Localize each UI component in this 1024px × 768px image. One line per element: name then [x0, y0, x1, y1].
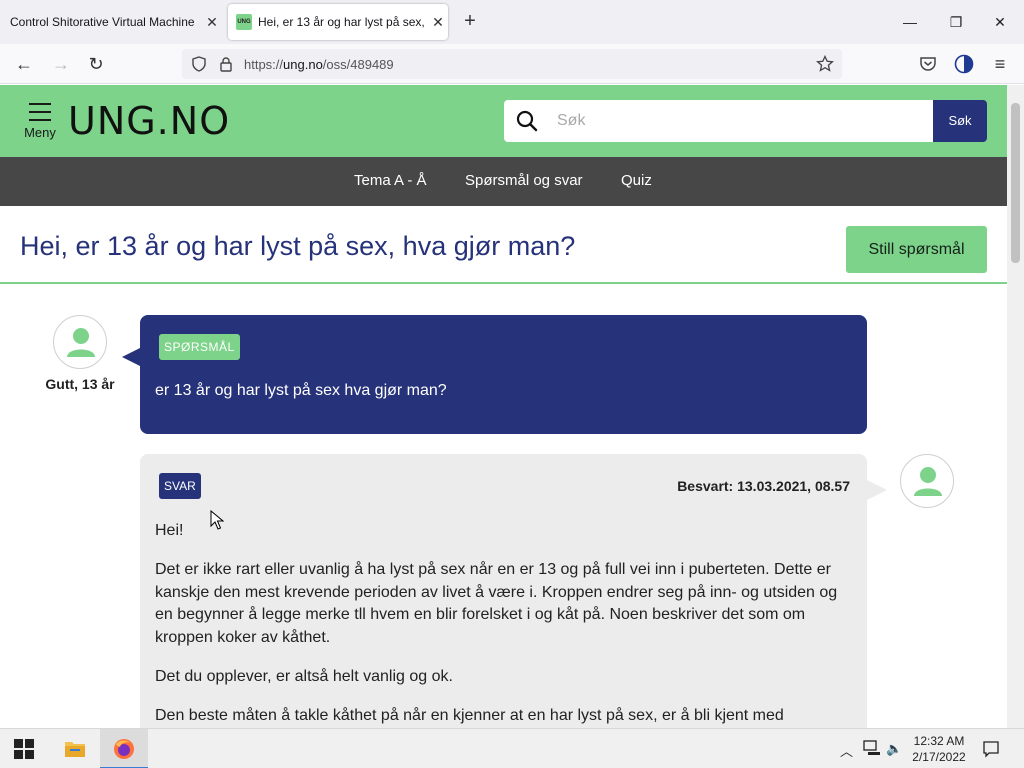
new-tab-plus-icon[interactable]: +: [458, 10, 482, 34]
answer-paragraph: Det er ikke rart eller uvanlig å ha lyst…: [155, 561, 838, 646]
bookmark-star-icon[interactable]: [816, 55, 834, 73]
nav-item-questions[interactable]: Spørsmål og svar: [465, 172, 583, 189]
forward-arrow-icon[interactable]: →: [50, 54, 72, 76]
ung-favicon-icon: UNG: [236, 14, 252, 30]
chevron-up-icon[interactable]: ︿: [840, 741, 853, 760]
back-arrow-icon[interactable]: ←: [13, 54, 35, 76]
menu-label: Meny: [24, 125, 56, 140]
nav-item-quiz[interactable]: Quiz: [621, 172, 652, 189]
bubble-tail: [122, 347, 142, 367]
answered-timestamp: Besvart: 13.03.2021, 08.57: [677, 478, 850, 494]
tab-title: Control Shitorative Virtual Machine: [10, 15, 195, 29]
web-page: Meny UNG.NO Søk Søk Tema A - Å Spørsmål …: [0, 85, 1007, 728]
answer-paragraph: Det du opplever, er altså helt vanlig og…: [155, 668, 453, 685]
os-taskbar: ︿ 🔈 12:32 AM 2/17/2022: [0, 728, 1024, 768]
scrollbar-thumb[interactable]: [1011, 103, 1020, 263]
asker-avatar-icon: [53, 315, 107, 369]
hamburger-icon: [22, 103, 58, 121]
search-icon: [516, 110, 538, 132]
asker-info: Gutt, 13 år: [45, 376, 115, 392]
tab-ung-question[interactable]: UNG Hei, er 13 år og har lyst på sex, h …: [228, 4, 448, 40]
answer-tag: SVAR: [159, 473, 201, 499]
search-input[interactable]: Søk: [504, 100, 933, 142]
main-navigation: Tema A - Å Spørsmål og svar Quiz: [0, 157, 1007, 206]
answer-paragraph: Hei!: [155, 522, 184, 539]
menu-button[interactable]: Meny: [22, 103, 58, 140]
question-text: er 13 år og har lyst på sex hva gjør man…: [155, 382, 447, 399]
lock-icon: [220, 57, 232, 72]
page-scrollbar[interactable]: [1007, 85, 1024, 728]
tab-strip: Control Shitorative Virtual Machine ✕ UN…: [0, 0, 1024, 44]
url-text: https://ung.no/oss/489489: [244, 57, 394, 72]
restore-icon[interactable]: ❐: [946, 12, 966, 32]
site-header: Meny UNG.NO Søk Søk: [0, 85, 1007, 157]
file-explorer-icon[interactable]: [63, 737, 87, 761]
account-icon[interactable]: [954, 54, 974, 74]
clock-time: 12:32 AM: [913, 734, 965, 748]
address-bar[interactable]: https://ung.no/oss/489489: [182, 49, 842, 79]
window-close-icon[interactable]: ✕: [990, 12, 1010, 32]
clock-date: 2/17/2022: [912, 750, 966, 764]
site-search: Søk Søk: [504, 100, 987, 142]
network-icon[interactable]: [863, 740, 881, 756]
hamburger-menu-icon[interactable]: ≡: [989, 54, 1011, 76]
question-bubble: SPØRSMÅL er 13 år og har lyst på sex hva…: [122, 315, 867, 434]
windows-start-icon[interactable]: [14, 739, 34, 759]
answer-bubble: SVAR Besvart: 13.03.2021, 08.57 Hei! Det…: [140, 454, 887, 728]
tab-vm-control[interactable]: Control Shitorative Virtual Machine ✕: [0, 0, 222, 44]
volume-icon[interactable]: 🔈: [886, 741, 902, 757]
ask-question-button[interactable]: Still spørsmål: [846, 226, 987, 273]
firefox-taskbar-button[interactable]: [100, 729, 148, 768]
bubble-tail: [867, 480, 887, 500]
search-button[interactable]: Søk: [933, 100, 987, 142]
question-tag: SPØRSMÅL: [159, 334, 240, 360]
firefox-icon: [114, 739, 134, 759]
minimize-icon[interactable]: —: [900, 12, 920, 32]
close-icon[interactable]: ✕: [202, 14, 222, 31]
nav-item-tema[interactable]: Tema A - Å: [354, 172, 427, 189]
page-title-bar: Hei, er 13 år og har lyst på sex, hva gj…: [0, 206, 1007, 284]
browser-toolbar: ← → ↻ https://ung.no/oss/489489 ≡: [0, 44, 1024, 84]
responder-avatar-icon: [900, 454, 954, 508]
mouse-cursor-icon: [210, 510, 224, 530]
search-placeholder: Søk: [557, 112, 586, 129]
shield-icon: [192, 56, 206, 72]
answer-paragraph: Den beste måten å takle kåthet på når en…: [155, 707, 784, 724]
reload-icon[interactable]: ↻: [85, 54, 107, 76]
page-title: Hei, er 13 år og har lyst på sex, hva gj…: [20, 231, 576, 261]
pocket-icon[interactable]: [919, 55, 937, 73]
system-clock[interactable]: 12:32 AM 2/17/2022: [904, 733, 974, 765]
close-icon[interactable]: ✕: [428, 14, 448, 31]
site-logo[interactable]: UNG.NO: [68, 99, 230, 143]
notifications-icon[interactable]: [982, 740, 1000, 758]
tab-title: Hei, er 13 år og har lyst på sex, h: [258, 15, 428, 29]
